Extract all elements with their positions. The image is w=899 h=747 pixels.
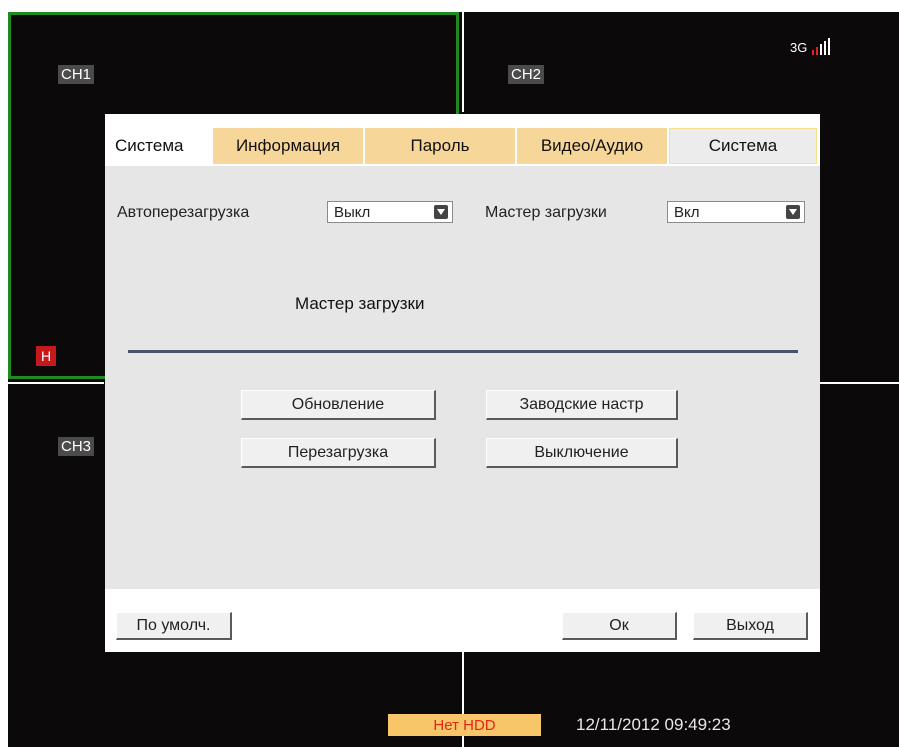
recording-badge: H (36, 346, 56, 366)
wizard-select[interactable]: Вкл (667, 201, 805, 223)
signal-3g-indicator: 3G (790, 38, 832, 55)
tab-video-audio[interactable]: Видео/Аудио (517, 128, 667, 164)
tab-password[interactable]: Пароль (365, 128, 515, 164)
update-button[interactable]: Обновление (241, 390, 436, 420)
grid-divider (462, 12, 464, 112)
autoreboot-label: Автоперезагрузка (117, 204, 250, 221)
hdd-status-badge: Нет HDD (388, 714, 541, 736)
wizard-label: Мастер загрузки (485, 204, 607, 221)
grid-divider (820, 382, 899, 384)
system-dialog: Система Информация Пароль Видео/Аудио Си… (105, 114, 820, 652)
autoreboot-select[interactable]: Выкл (327, 201, 453, 223)
dialog-footer: По умолч. Ок Выход (105, 589, 820, 652)
signal-bars-icon (811, 38, 832, 55)
tab-bar: Система Информация Пароль Видео/Аудио Си… (105, 114, 820, 166)
factory-reset-button[interactable]: Заводские настр (486, 390, 678, 420)
channel-1-label: CH1 (58, 65, 95, 84)
channel-3-label: CH3 (58, 437, 95, 456)
defaults-button[interactable]: По умолч. (116, 612, 232, 640)
signal-label: 3G (790, 40, 808, 55)
channel-2-label: CH2 (508, 65, 545, 84)
dropdown-arrow-icon (786, 205, 800, 219)
shutdown-button[interactable]: Выключение (486, 438, 678, 468)
tab-info[interactable]: Информация (213, 128, 363, 164)
section-divider (128, 350, 798, 353)
autoreboot-value: Выкл (334, 203, 371, 221)
reboot-button[interactable]: Перезагрузка (241, 438, 436, 468)
ok-button[interactable]: Ок (562, 612, 677, 640)
wizard-value: Вкл (674, 203, 700, 221)
section-title: Мастер загрузки (295, 294, 425, 313)
dropdown-arrow-icon (434, 205, 448, 219)
exit-button[interactable]: Выход (693, 612, 808, 640)
tab-system-title: Система (111, 128, 211, 164)
datetime-display: 12/11/2012 09:49:23 (576, 715, 731, 734)
tab-system[interactable]: Система (669, 128, 817, 164)
grid-divider (8, 382, 104, 384)
